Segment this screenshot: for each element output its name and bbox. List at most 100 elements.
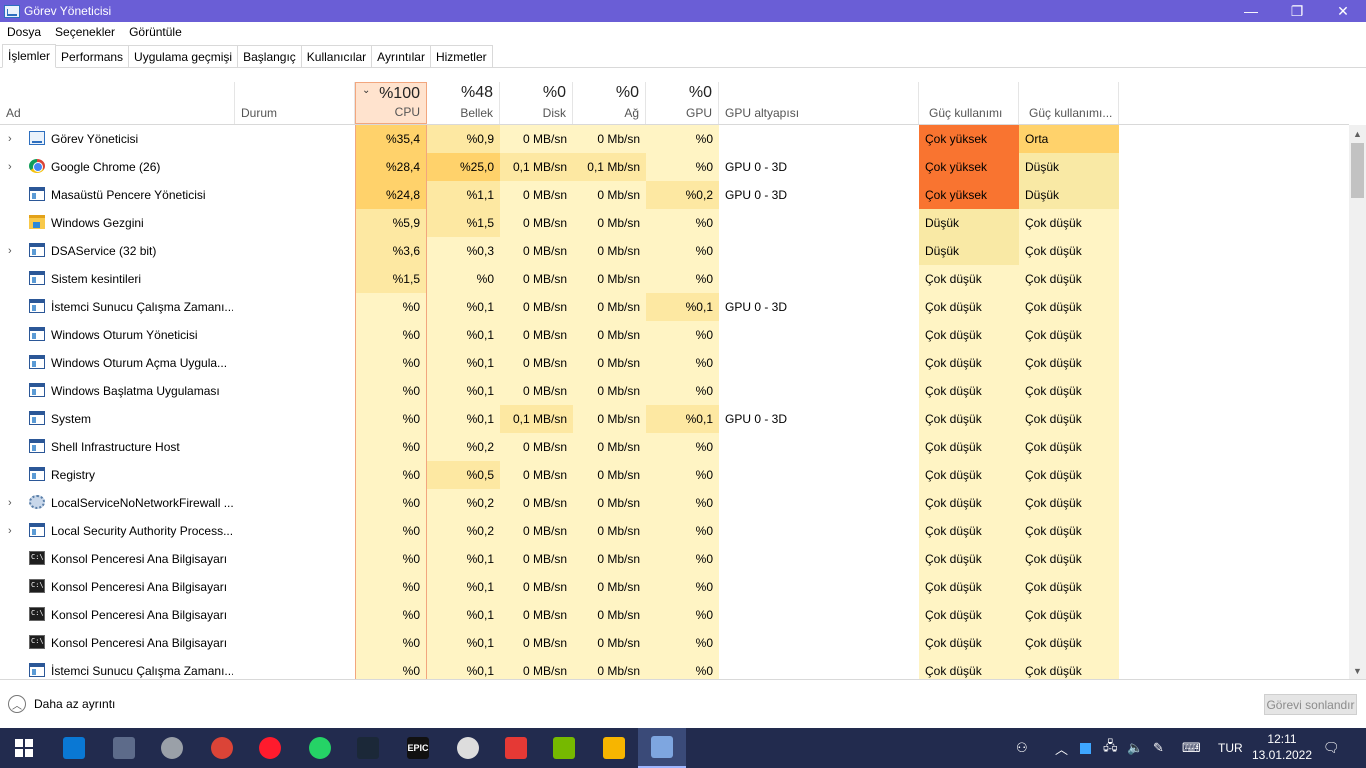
expand-chevron-icon[interactable]: › <box>8 245 18 257</box>
process-name: Konsol Penceresi Ana Bilgisayarı <box>51 608 228 622</box>
process-memory: %1,1 <box>427 181 500 209</box>
gpu-engine-label: GPU altyapısı <box>725 106 800 120</box>
column-header-status[interactable]: Durum <box>235 82 355 124</box>
calculator-icon[interactable] <box>100 728 148 768</box>
process-row[interactable]: › Google Chrome (26) %28,4 %25,0 0,1 MB/sn 0,… <box>0 153 1349 181</box>
epic-games-icon[interactable]: EPIC <box>394 728 442 768</box>
expand-chevron-icon[interactable]: › <box>8 497 18 509</box>
tray-blue-square-icon[interactable] <box>1080 728 1091 768</box>
process-row[interactable]: Shell Infrastructure Host %0 %0,2 0 MB/sn 0 … <box>0 433 1349 461</box>
process-row[interactable]: › Görev Yöneticisi %35,4 %0,9 0 MB/sn 0 Mb/sn… <box>0 125 1349 153</box>
column-header-power-trend[interactable]: Güç kullanımı... <box>1019 82 1119 124</box>
chrome-icon[interactable] <box>198 728 246 768</box>
tab-services[interactable]: Hizmetler <box>429 45 493 67</box>
chevron-up-icon: ︿ <box>8 695 26 713</box>
process-row[interactable]: Konsol Penceresi Ana Bilgisayarı%0%0,10 … <box>0 545 1349 573</box>
clock[interactable]: 12:11 13.01.2022 <box>1244 731 1320 763</box>
tab-details[interactable]: Ayrıntılar <box>371 45 431 67</box>
process-row[interactable]: İstemci Sunucu Çalışma Zamanı... %0 %0,1 0 … <box>0 657 1349 679</box>
process-row[interactable]: Windows Oturum Yöneticisi %0 %0,1 0 MB/sn 0 … <box>0 321 1349 349</box>
restore-button[interactable]: ❐ <box>1274 0 1320 22</box>
power-trend-label: Güç kullanımı... <box>1029 106 1113 120</box>
keyboard-icon[interactable]: ⌨ <box>1182 728 1201 768</box>
column-header-memory[interactable]: %48 Bellek <box>427 82 500 124</box>
bluestacks-icon[interactable] <box>590 728 638 768</box>
window-app-icon <box>29 439 45 453</box>
whatsapp-icon[interactable] <box>296 728 344 768</box>
column-header-cpu[interactable]: ⌄ %100 CPU <box>355 82 427 124</box>
process-disk: 0 MB/sn <box>500 209 573 237</box>
process-row[interactable]: System %0 %0,1 0,1 MB/sn 0 Mb/sn %0,1 GPU 0 - … <box>0 405 1349 433</box>
window-app-icon <box>29 355 45 369</box>
process-name: Windows Başlatma Uygulaması <box>51 384 220 398</box>
process-row[interactable]: Konsol Penceresi Ana Bilgisayarı%0%0,10 … <box>0 629 1349 657</box>
spiral-app-icon[interactable] <box>444 728 492 768</box>
process-gpu-engine <box>719 321 919 349</box>
pro-app-icon[interactable] <box>148 728 196 768</box>
service-gear-icon <box>29 495 45 509</box>
steam-icon-glyph <box>357 737 379 759</box>
microsoft-store-icon[interactable] <box>50 728 98 768</box>
process-row[interactable]: › DSAService (32 bit) %3,6 %0,3 0 MB/sn 0 Mb/… <box>0 237 1349 265</box>
column-header-network[interactable]: %0 Ağ <box>573 82 646 124</box>
process-row[interactable]: Registry %0 %0,5 0 MB/sn 0 Mb/sn %0 Çok düşük Ç… <box>0 461 1349 489</box>
process-gpu-engine <box>719 461 919 489</box>
process-status <box>235 573 355 601</box>
process-row[interactable]: Konsol Penceresi Ana Bilgisayarı%0%0,10 … <box>0 573 1349 601</box>
process-row[interactable]: › Local Security Authority Process... %0 %0… <box>0 517 1349 545</box>
steam-icon[interactable] <box>344 728 392 768</box>
tab-performance[interactable]: Performans <box>55 45 130 67</box>
tab-app-history[interactable]: Uygulama geçmişi <box>128 45 239 67</box>
column-header-gpu[interactable]: %0 GPU <box>646 82 719 124</box>
process-gpu: %0 <box>646 125 719 153</box>
process-row[interactable]: Windows Gezgini %5,9 %1,5 0 MB/sn 0 Mb/sn %0 D… <box>0 209 1349 237</box>
windows-start-icon[interactable] <box>0 728 48 768</box>
process-row[interactable]: › LocalServiceNoNetworkFirewall ... %0 %0,2… <box>0 489 1349 517</box>
process-network: 0 Mb/sn <box>573 377 646 405</box>
process-row[interactable]: İstemci Sunucu Çalışma Zamanı... %0 %0,1 0 … <box>0 293 1349 321</box>
end-task-button[interactable]: Görevi sonlandır <box>1264 694 1357 715</box>
expand-chevron-icon[interactable]: › <box>8 133 18 145</box>
red-app-icon[interactable] <box>492 728 540 768</box>
menu-file[interactable]: Dosya <box>0 25 48 39</box>
expand-chevron-icon[interactable]: › <box>8 525 18 537</box>
column-header-disk[interactable]: %0 Disk <box>500 82 573 124</box>
process-row[interactable]: Windows Başlatma Uygulaması %0 %0,1 0 MB/sn… <box>0 377 1349 405</box>
process-gpu-engine <box>719 629 919 657</box>
people-icon[interactable]: ⚇ <box>1016 728 1028 768</box>
volume-icon[interactable]: 🔈 <box>1127 728 1143 768</box>
vertical-scrollbar[interactable]: ▲ ▼ <box>1349 125 1366 679</box>
process-name: Shell Infrastructure Host <box>51 440 180 454</box>
close-button[interactable]: ✕ <box>1320 0 1366 22</box>
tab-processes[interactable]: İşlemler <box>2 44 57 68</box>
pen-icon[interactable]: ✎ <box>1153 728 1164 768</box>
fewer-details-button[interactable]: ︿ Daha az ayrıntı <box>8 695 115 713</box>
process-memory: %0,2 <box>427 433 500 461</box>
scroll-up-arrow-icon[interactable]: ▲ <box>1349 125 1366 142</box>
language-indicator[interactable]: TUR <box>1218 728 1243 768</box>
task-manager-taskbar-icon[interactable] <box>638 728 686 768</box>
scroll-down-arrow-icon[interactable]: ▼ <box>1349 662 1366 679</box>
minimize-button[interactable]: — <box>1228 0 1274 22</box>
process-row[interactable]: Windows Oturum Açma Uygula... %0 %0,1 0 MB/… <box>0 349 1349 377</box>
menu-options[interactable]: Seçenekler <box>48 25 122 39</box>
sort-chevron-icon: ⌄ <box>362 85 371 96</box>
show-hidden-icons-chevron-icon[interactable]: ︿ <box>1055 728 1068 768</box>
tab-users[interactable]: Kullanıcılar <box>300 45 373 67</box>
opera-icon[interactable] <box>246 728 294 768</box>
nvidia-icon[interactable] <box>540 728 588 768</box>
process-row[interactable]: Konsol Penceresi Ana Bilgisayarı%0%0,10 … <box>0 601 1349 629</box>
expand-chevron-icon[interactable]: › <box>8 161 18 173</box>
column-header-name[interactable]: Ad <box>0 82 235 124</box>
scrollbar-thumb[interactable] <box>1351 143 1364 198</box>
process-row[interactable]: Sistem kesintileri %1,5 %0 0 MB/sn 0 Mb/sn %0… <box>0 265 1349 293</box>
process-power-usage: Çok düşük <box>919 629 1019 657</box>
network-icon[interactable]: 🖧 <box>1103 728 1118 768</box>
process-row[interactable]: Masaüstü Pencere Yöneticisi %24,8 %1,1 0 MB… <box>0 181 1349 209</box>
tab-startup[interactable]: Başlangıç <box>237 45 302 67</box>
process-network: 0 Mb/sn <box>573 601 646 629</box>
column-header-power[interactable]: Güç kullanımı <box>919 82 1019 124</box>
menu-view[interactable]: Görüntüle <box>122 25 189 39</box>
column-header-gpu-engine[interactable]: GPU altyapısı <box>719 82 919 124</box>
notifications-icon[interactable]: 🗨 <box>1323 728 1340 768</box>
